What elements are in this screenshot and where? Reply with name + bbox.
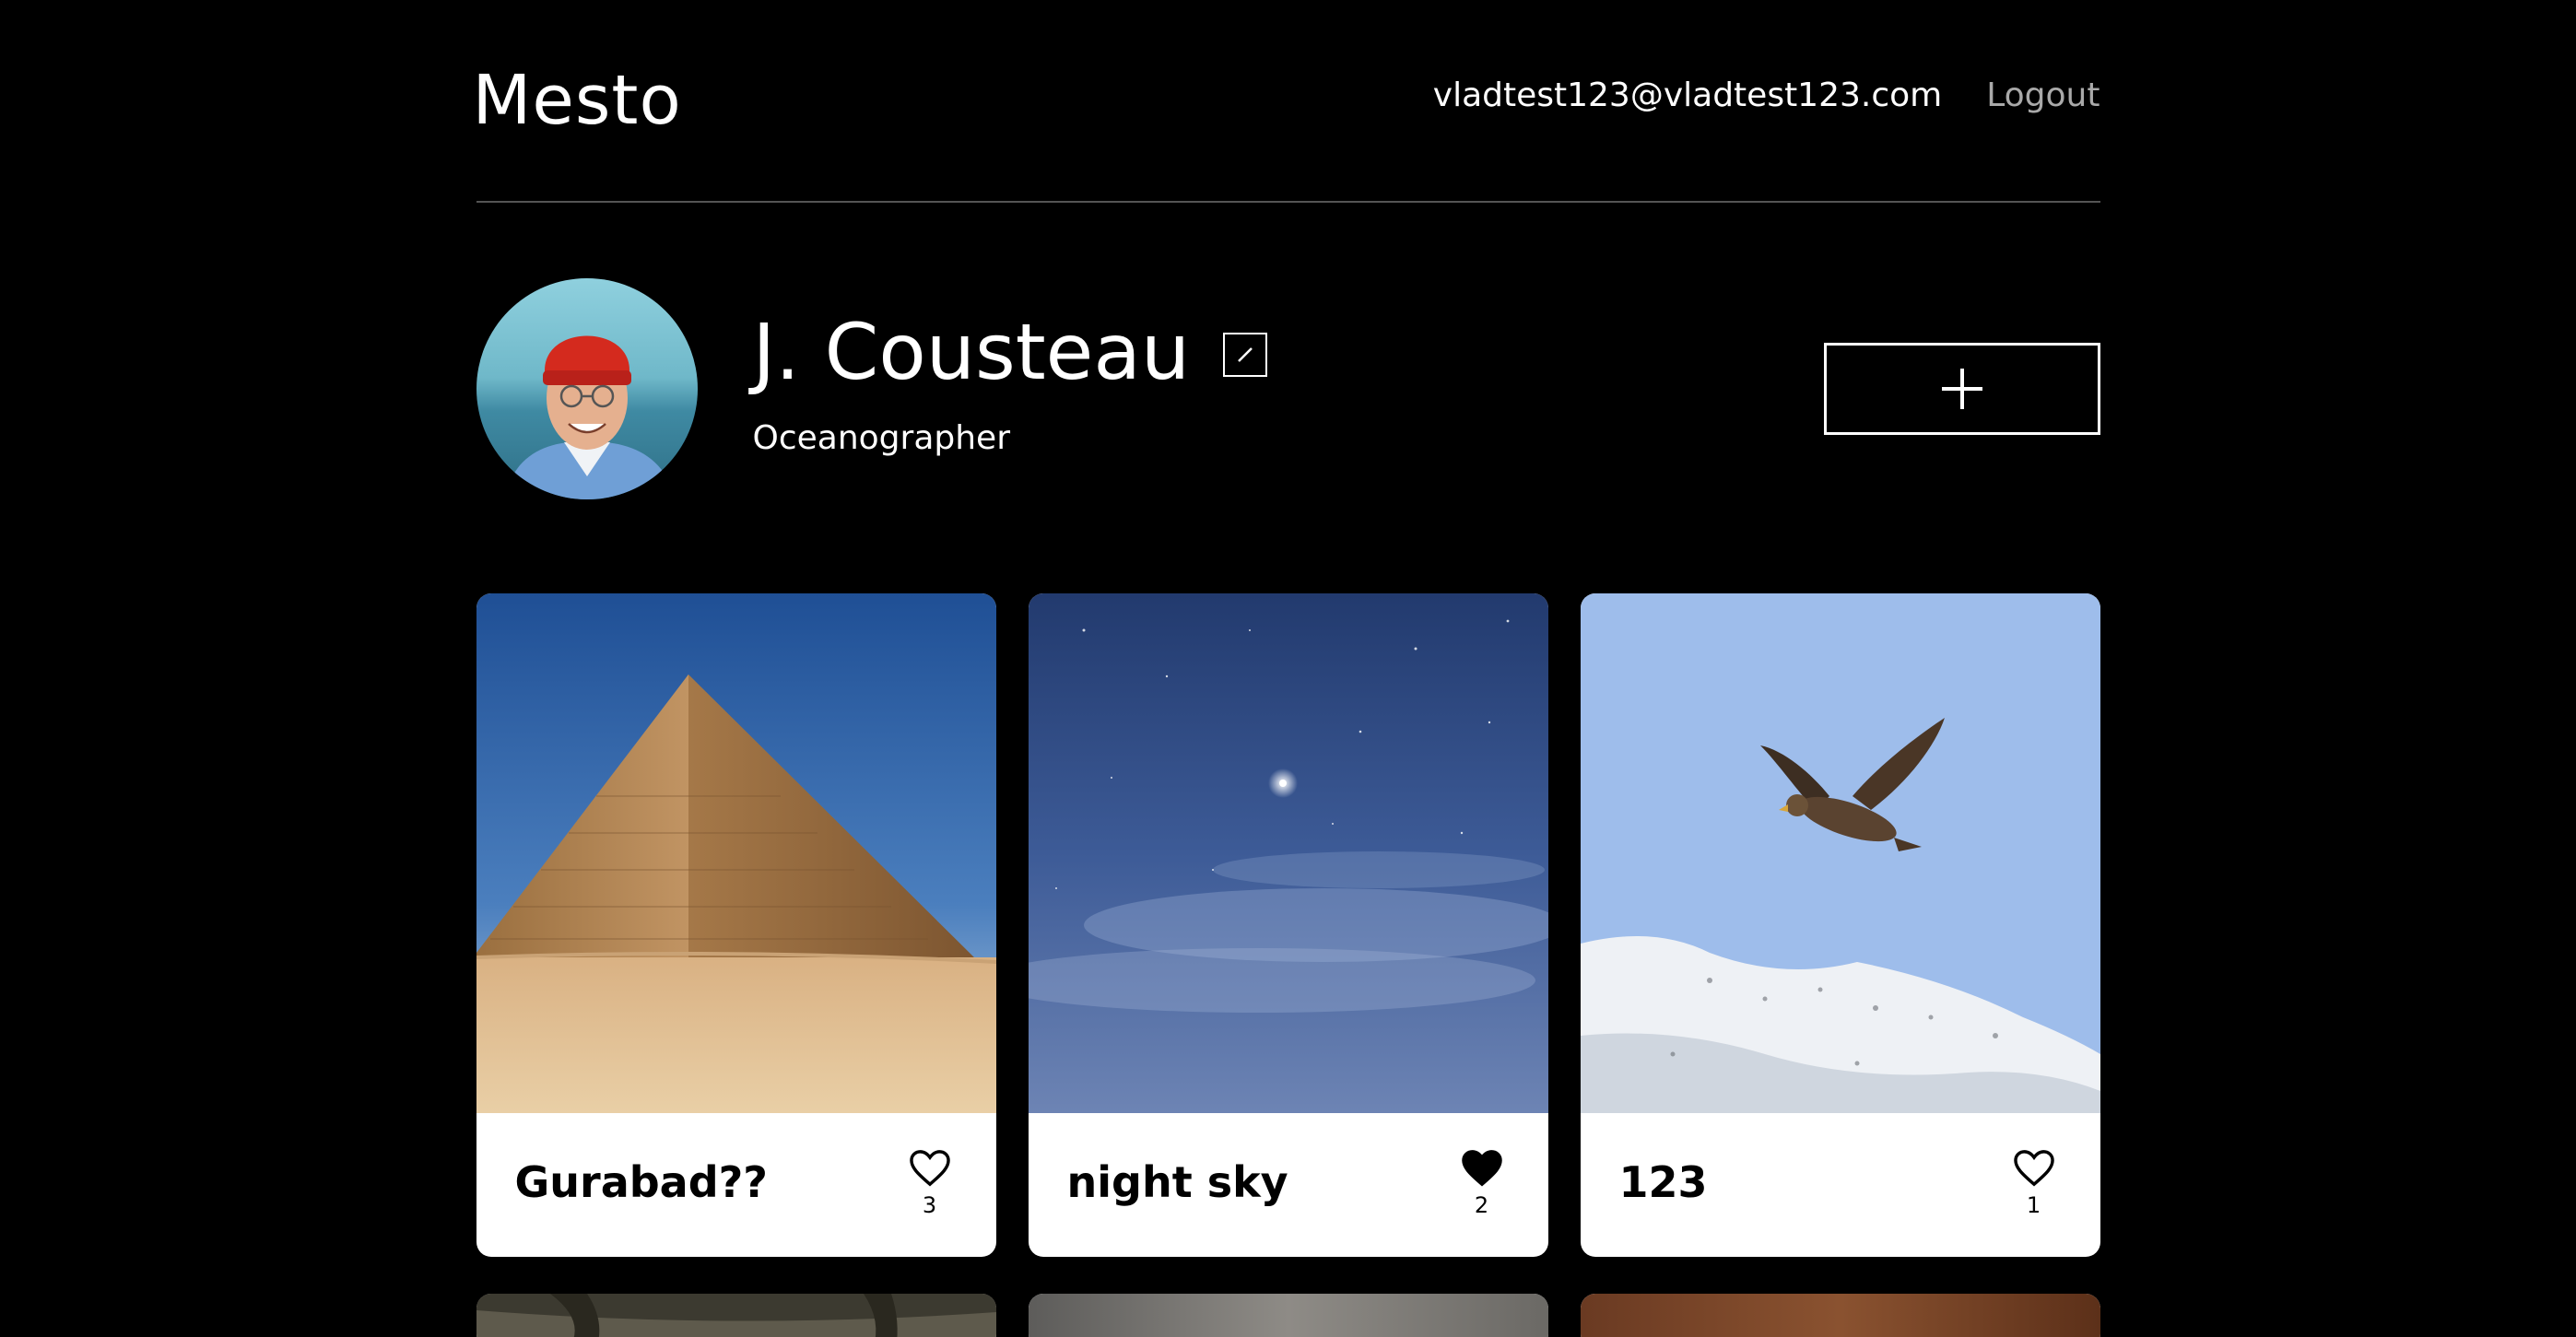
profile-info: J. Cousteau Oceanographer — [753, 313, 1268, 455]
like-block: 2 — [1460, 1148, 1504, 1216]
card-footer: night sky 2 — [1029, 1113, 1548, 1257]
card-image-brown[interactable] — [1580, 1294, 2100, 1337]
card-image-eagle[interactable] — [1580, 593, 2100, 1113]
heart-icon — [909, 1150, 950, 1187]
plus-icon — [1941, 369, 1982, 409]
card-title: night sky — [1066, 1157, 1288, 1207]
logout-link[interactable]: Logout — [1986, 79, 2100, 112]
like-count: 2 — [1474, 1192, 1489, 1218]
like-block: 3 — [908, 1148, 952, 1216]
pencil-icon — [1238, 347, 1253, 362]
profile: J. Cousteau Oceanographer — [476, 203, 2100, 593]
like-button-active[interactable] — [1460, 1148, 1504, 1189]
like-count: 1 — [2026, 1192, 2041, 1218]
card-partial — [476, 1294, 996, 1337]
card-footer: Gurabad?? 3 — [476, 1113, 996, 1257]
card: 123 1 — [1580, 593, 2100, 1257]
edit-profile-button[interactable] — [1223, 333, 1268, 377]
card-partial — [1028, 1294, 1548, 1337]
card-image-blurred[interactable] — [1028, 1294, 1548, 1337]
card-image-night-sky[interactable] — [1028, 593, 1548, 1113]
card-title: Gurabad?? — [514, 1157, 769, 1207]
cards-grid: Gurabad?? 3 night sky 2 123 1 — [476, 593, 2100, 1337]
card-image-palms[interactable] — [476, 1294, 996, 1337]
profile-name: J. Cousteau — [752, 307, 1191, 397]
header-user-menu: vladtest123@vladtest123.com Logout — [1433, 79, 2100, 112]
profile-name-row: J. Cousteau — [753, 313, 1268, 391]
like-button[interactable] — [908, 1148, 952, 1189]
card-image-pyramid[interactable] — [476, 593, 996, 1113]
add-card-button[interactable] — [1823, 343, 2100, 435]
avatar[interactable] — [476, 278, 698, 499]
heart-filled-icon — [1461, 1150, 1502, 1187]
logo: Mesto — [472, 61, 682, 140]
card-partial — [1580, 1294, 2100, 1337]
page: Mesto vladtest123@vladtest123.com Logout — [472, 0, 2100, 1337]
card: night sky 2 — [1028, 593, 1548, 1257]
card-title: 123 — [1618, 1157, 1708, 1207]
avatar-image — [476, 278, 698, 499]
profile-about: Oceanographer — [752, 419, 1011, 457]
card: Gurabad?? 3 — [476, 593, 996, 1257]
user-email: vladtest123@vladtest123.com — [1432, 76, 1943, 114]
header: Mesto vladtest123@vladtest123.com Logout — [472, 0, 2100, 203]
like-button[interactable] — [2012, 1148, 2056, 1189]
like-count: 3 — [922, 1192, 937, 1218]
heart-icon — [2013, 1150, 2054, 1187]
card-footer: 123 1 — [1581, 1113, 2100, 1257]
like-block: 1 — [2012, 1148, 2056, 1216]
